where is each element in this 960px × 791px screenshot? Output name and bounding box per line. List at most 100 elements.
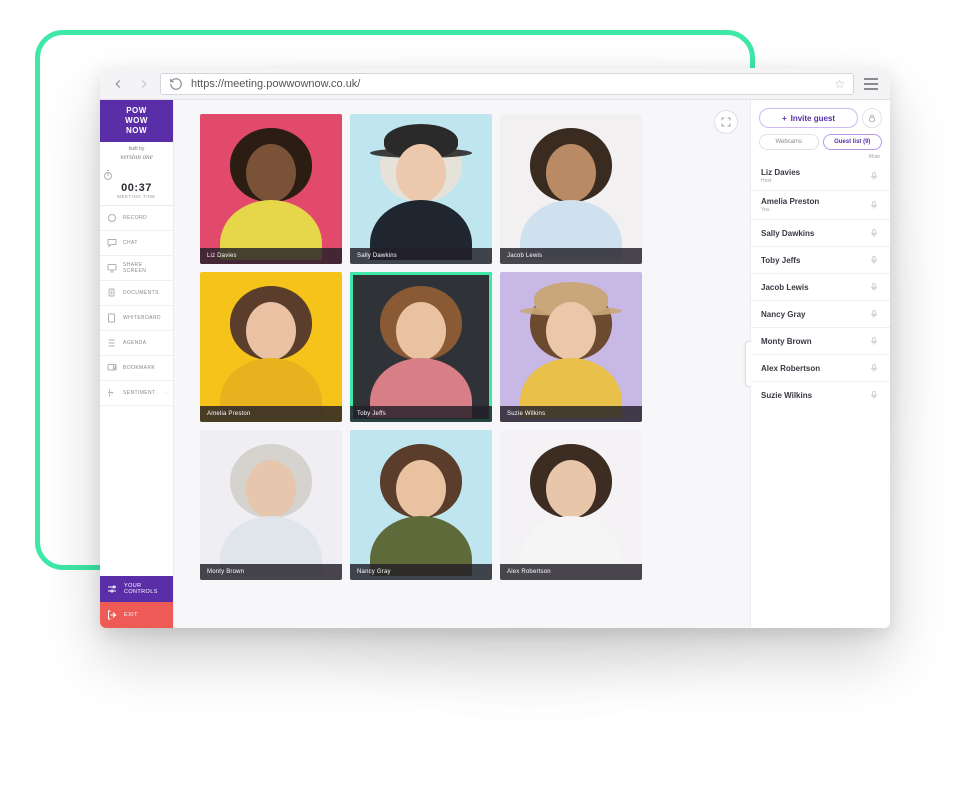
webcam-tile[interactable]: Amelia Preston: [200, 272, 342, 422]
built-by-name: version one: [102, 153, 171, 161]
sidebar-item-label: AGENDA: [123, 340, 147, 346]
mute-toggle[interactable]: [868, 388, 880, 402]
brand-line: WOW: [104, 116, 169, 126]
your-controls-label: YOUR CONTROLS: [124, 583, 167, 595]
chat-icon: [106, 237, 118, 249]
brand-line: NOW: [104, 126, 169, 136]
brand-line: POW: [104, 106, 169, 116]
sidebar-item-agenda[interactable]: AGENDA: [100, 331, 173, 356]
microphone-icon: [869, 281, 879, 293]
guest-name: Jacob Lewis: [761, 283, 809, 292]
guest-row: Alex Robertson: [751, 354, 890, 381]
microphone-icon: [869, 389, 879, 401]
guest-name: Amelia PrestonYou: [761, 197, 819, 213]
webcam-tile[interactable]: Liz Davies: [200, 114, 342, 264]
tab-webcams[interactable]: Webcams: [759, 134, 819, 150]
mute-toggle[interactable]: [868, 280, 880, 294]
webcam-tile[interactable]: Sally Dawkins: [350, 114, 492, 264]
documents-icon: [106, 287, 118, 299]
webcam-tile[interactable]: Toby Jeffs: [350, 272, 492, 422]
built-by-label: built by: [129, 146, 145, 152]
sidebar-item-label: CHAT: [123, 240, 138, 246]
exit-button[interactable]: EXIT: [100, 602, 173, 628]
agenda-icon: [106, 337, 118, 349]
mute-toggle[interactable]: [868, 361, 880, 375]
microphone-icon: [869, 227, 879, 239]
reload-icon: [169, 77, 183, 91]
invite-guest-label: Invite guest: [791, 114, 835, 123]
guest-row: Liz DaviesHost: [751, 162, 890, 190]
sidebar-item-documents[interactable]: DOCUMENTS: [100, 281, 173, 306]
person-avatar: [200, 430, 342, 580]
webcam-tile[interactable]: Monty Brown: [200, 430, 342, 580]
microphone-icon: [869, 335, 879, 347]
built-by: built by version one: [100, 142, 173, 165]
sidebar: POW WOW NOW built by version one 00:37 M…: [100, 100, 174, 628]
guest-row: Jacob Lewis: [751, 273, 890, 300]
person-avatar: [500, 114, 642, 264]
webcam-name-label: Amelia Preston: [200, 406, 342, 422]
webcam-name-label: Liz Davies: [200, 248, 342, 264]
forward-button[interactable]: [134, 74, 154, 94]
person-avatar: [350, 272, 492, 422]
sidebar-item-share[interactable]: SHARE SCREEN: [100, 256, 173, 281]
guest-name: Liz DaviesHost: [761, 168, 800, 184]
sidebar-bottom-controls: YOUR CONTROLS EXIT: [100, 576, 173, 628]
back-button[interactable]: [108, 74, 128, 94]
whiteboard-icon: [106, 312, 118, 324]
guest-name: Monty Brown: [761, 337, 812, 346]
app-body: POW WOW NOW built by version one 00:37 M…: [100, 100, 890, 628]
address-bar[interactable]: https://meeting.powwownow.co.uk/ ☆: [160, 73, 854, 95]
webcam-name-label: Sally Dawkins: [350, 248, 492, 264]
webcam-name-label: Jacob Lewis: [500, 248, 642, 264]
webcam-name-label: Toby Jeffs: [350, 406, 492, 422]
invite-guest-button[interactable]: Invite guest: [759, 108, 858, 128]
sidebar-item-label: BOOKMARK: [123, 365, 155, 371]
timer-label: MEETING TIME: [102, 194, 171, 199]
microphone-icon: [869, 170, 879, 182]
sliders-icon: [106, 583, 118, 595]
exit-label: EXIT: [124, 612, 138, 618]
tab-guest-list[interactable]: Guest list (9): [823, 134, 883, 150]
guest-name: Toby Jeffs: [761, 256, 800, 265]
mute-toggle[interactable]: [868, 307, 880, 321]
sidebar-item-label: SENTIMENT: [123, 390, 156, 396]
sidebar-item-bookmark[interactable]: BOOKMARK: [100, 356, 173, 381]
mute-toggle[interactable]: [868, 198, 880, 212]
bookmark-icon: [106, 362, 118, 374]
webcam-tile[interactable]: Suzie Wilkins: [500, 272, 642, 422]
webcam-name-label: Nancy Gray: [350, 564, 492, 580]
guest-role: Host: [761, 178, 800, 184]
your-controls-button[interactable]: YOUR CONTROLS: [100, 576, 173, 602]
person-avatar: [350, 430, 492, 580]
mute-toggle[interactable]: [868, 169, 880, 183]
lock-meeting-button[interactable]: [862, 108, 882, 128]
browser-menu-button[interactable]: [860, 73, 882, 95]
sidebar-item-chat[interactable]: CHAT: [100, 231, 173, 256]
fullscreen-button[interactable]: [714, 110, 738, 134]
panel-collapse-handle[interactable]: [745, 341, 751, 387]
webcam-tile[interactable]: Jacob Lewis: [500, 114, 642, 264]
guest-row: Nancy Gray: [751, 300, 890, 327]
mute-toggle[interactable]: [868, 253, 880, 267]
sidebar-item-record[interactable]: RECORD: [100, 206, 173, 231]
bookmark-star-icon[interactable]: ☆: [834, 77, 845, 91]
sidebar-item-sentiment[interactable]: SENTIMENT: [100, 381, 173, 406]
panel-tabs: Webcams Guest list (9): [751, 134, 890, 154]
mute-toggle[interactable]: [868, 226, 880, 240]
mute-column-label: Mute: [751, 154, 890, 162]
sidebar-item-whiteboard[interactable]: WHITEBOARD: [100, 306, 173, 331]
webcam-tile[interactable]: Alex Robertson: [500, 430, 642, 580]
mute-toggle[interactable]: [868, 334, 880, 348]
guest-name: Nancy Gray: [761, 310, 805, 319]
guest-name: Suzie Wilkins: [761, 391, 812, 400]
microphone-icon: [869, 362, 879, 374]
guest-role: You: [761, 207, 819, 213]
expand-icon: [720, 116, 732, 128]
right-panel: Invite guest Webcams Guest list (9) Mute…: [750, 100, 890, 628]
webcam-tile[interactable]: Nancy Gray: [350, 430, 492, 580]
record-icon: [106, 212, 118, 224]
microphone-icon: [869, 254, 879, 266]
person-avatar: [500, 430, 642, 580]
browser-toolbar: https://meeting.powwownow.co.uk/ ☆: [100, 68, 890, 100]
